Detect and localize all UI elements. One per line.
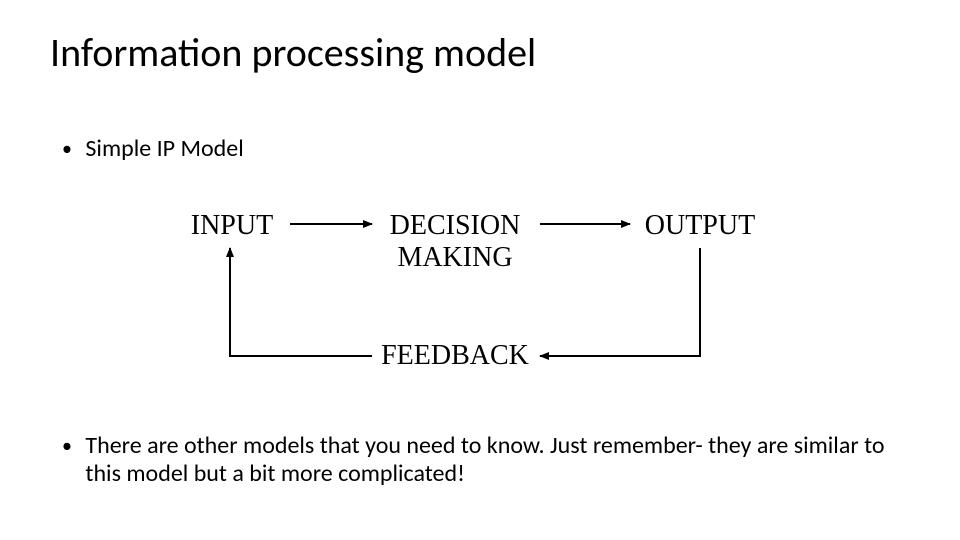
node-decision-line2: MAKING xyxy=(397,242,512,273)
bullet-text: Simple IP Model xyxy=(85,135,243,163)
bullet-dot-icon: • xyxy=(62,432,72,460)
arrow-output-to-feedback xyxy=(540,248,700,356)
bullet-text: There are other models that you need to … xyxy=(85,432,915,487)
arrow-feedback-to-input xyxy=(230,248,372,356)
node-output: OUTPUT xyxy=(640,210,760,242)
node-input: INPUT xyxy=(187,210,277,242)
node-feedback: FEEDBACK xyxy=(380,340,530,372)
node-decision-making: DECISION MAKING xyxy=(380,210,530,274)
node-decision-line1: DECISION xyxy=(390,210,521,241)
slide: Information processing model • Simple IP… xyxy=(0,0,960,540)
bullet-dot-icon: • xyxy=(62,135,72,163)
bullet-other-models: • There are other models that you need t… xyxy=(62,432,915,487)
slide-title: Information processing model xyxy=(50,28,536,77)
bullet-simple-ip-model: • Simple IP Model xyxy=(62,135,244,163)
